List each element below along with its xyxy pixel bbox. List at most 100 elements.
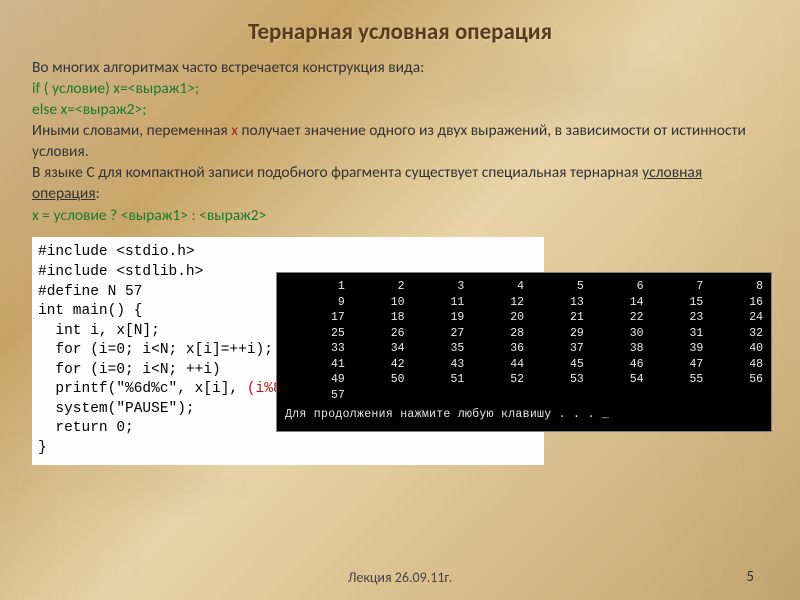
console-cell bbox=[524, 388, 584, 404]
console-cell: 31 bbox=[644, 326, 704, 342]
console-cell: 42 bbox=[345, 357, 405, 373]
console-cell: 1 bbox=[285, 279, 345, 295]
intro-line3b: : bbox=[96, 184, 100, 203]
console-output: 1234567891011121314151617181920212223242… bbox=[276, 272, 772, 432]
console-cell: 49 bbox=[285, 372, 345, 388]
console-cell: 40 bbox=[703, 341, 763, 357]
console-cell: 2 bbox=[345, 279, 405, 295]
console-cell: 37 bbox=[524, 341, 584, 357]
intro-line3: В языке С для компактной записи подобног… bbox=[32, 163, 768, 205]
console-row: 3334353637383940 bbox=[285, 341, 763, 357]
console-cell: 21 bbox=[524, 310, 584, 326]
console-cell: 51 bbox=[405, 372, 465, 388]
console-cell: 46 bbox=[584, 357, 644, 373]
console-cell: 23 bbox=[644, 310, 704, 326]
console-cell: 57 bbox=[285, 388, 345, 404]
console-cell: 38 bbox=[584, 341, 644, 357]
console-cell: 56 bbox=[703, 372, 763, 388]
console-row: 4142434445464748 bbox=[285, 357, 763, 373]
console-cell: 6 bbox=[584, 279, 644, 295]
intro-line1: Во многих алгоритмах часто встречается к… bbox=[32, 58, 768, 79]
console-cell: 29 bbox=[524, 326, 584, 342]
console-cell: 53 bbox=[524, 372, 584, 388]
console-cell: 24 bbox=[703, 310, 763, 326]
console-cell: 9 bbox=[285, 295, 345, 311]
console-cell: 25 bbox=[285, 326, 345, 342]
slide-title: Тернарная условная операция bbox=[32, 18, 768, 46]
console-cell bbox=[345, 388, 405, 404]
intro-if: if ( условие) x=<выраж1>; bbox=[32, 79, 768, 100]
console-cell: 32 bbox=[703, 326, 763, 342]
console-cell: 11 bbox=[405, 295, 465, 311]
footer-lecture: Лекция 26.09.11г. bbox=[0, 569, 800, 586]
code-l4: int main() { bbox=[38, 303, 142, 319]
console-cell: 28 bbox=[464, 326, 524, 342]
console-cell: 27 bbox=[405, 326, 465, 342]
code-l11: } bbox=[38, 440, 47, 456]
console-cell: 50 bbox=[345, 372, 405, 388]
console-cell: 26 bbox=[345, 326, 405, 342]
console-row: 910111213141516 bbox=[285, 295, 763, 311]
console-cell bbox=[584, 388, 644, 404]
console-cell: 4 bbox=[464, 279, 524, 295]
console-cell: 17 bbox=[285, 310, 345, 326]
intro-else: else x=<выраж2>; bbox=[32, 100, 768, 121]
console-row: 57 bbox=[285, 388, 763, 404]
console-cell: 12 bbox=[464, 295, 524, 311]
code-l8a: printf("%6d%c", x[i], bbox=[38, 381, 247, 397]
intro-line2a: Иными словами, переменная bbox=[32, 121, 231, 140]
console-cell: 30 bbox=[584, 326, 644, 342]
console-cell: 36 bbox=[464, 341, 524, 357]
code-l5: int i, x[N]; bbox=[38, 323, 160, 339]
console-prompt: Для продолжения нажмите любую клавишу . … bbox=[285, 407, 763, 423]
console-cell: 8 bbox=[703, 279, 763, 295]
console-cell: 47 bbox=[644, 357, 704, 373]
console-cell: 33 bbox=[285, 341, 345, 357]
console-cell: 41 bbox=[285, 357, 345, 373]
code-l1: #include <stdio.h> bbox=[38, 244, 195, 260]
page-number: 5 bbox=[746, 568, 754, 586]
code-l2: #include <stdlib.h> bbox=[38, 264, 203, 280]
intro-line3a: В языке С для компактной записи подобног… bbox=[32, 163, 642, 182]
intro-line2: Иными словами, переменная x получает зна… bbox=[32, 121, 768, 163]
console-cell: 13 bbox=[524, 295, 584, 311]
console-cell: 48 bbox=[703, 357, 763, 373]
console-cell: 39 bbox=[644, 341, 704, 357]
console-cell bbox=[703, 388, 763, 404]
console-cell: 44 bbox=[464, 357, 524, 373]
console-cell bbox=[644, 388, 704, 404]
console-cell: 54 bbox=[584, 372, 644, 388]
intro-var-x: x bbox=[231, 121, 238, 140]
console-cell: 14 bbox=[584, 295, 644, 311]
intro-formula: x = условие ? <выраж1> : <выраж2> bbox=[32, 206, 768, 227]
console-cell: 34 bbox=[345, 341, 405, 357]
console-row: 1718192021222324 bbox=[285, 310, 763, 326]
console-cell bbox=[464, 388, 524, 404]
console-cell: 35 bbox=[405, 341, 465, 357]
console-cell: 22 bbox=[584, 310, 644, 326]
console-cell: 52 bbox=[464, 372, 524, 388]
console-cell: 45 bbox=[524, 357, 584, 373]
console-row: 12345678 bbox=[285, 279, 763, 295]
code-l10: return 0; bbox=[38, 420, 134, 436]
console-cell: 18 bbox=[345, 310, 405, 326]
console-cell: 5 bbox=[524, 279, 584, 295]
console-cell: 10 bbox=[345, 295, 405, 311]
console-cell: 20 bbox=[464, 310, 524, 326]
console-cell: 15 bbox=[644, 295, 704, 311]
console-cell: 19 bbox=[405, 310, 465, 326]
code-l7: for (i=0; i<N; ++i) bbox=[38, 362, 221, 378]
console-cell: 3 bbox=[405, 279, 465, 295]
console-rows: 1234567891011121314151617181920212223242… bbox=[285, 279, 763, 403]
intro-block: Во многих алгоритмах часто встречается к… bbox=[32, 58, 768, 227]
console-row: 4950515253545556 bbox=[285, 372, 763, 388]
console-row: 2526272829303132 bbox=[285, 326, 763, 342]
code-l9: system("PAUSE"); bbox=[38, 401, 195, 417]
console-cell: 43 bbox=[405, 357, 465, 373]
code-l6: for (i=0; i<N; x[i]=++i); bbox=[38, 342, 273, 358]
code-l3: #define N 57 bbox=[38, 284, 142, 300]
console-cell: 55 bbox=[644, 372, 704, 388]
console-cell: 16 bbox=[703, 295, 763, 311]
console-cell: 7 bbox=[644, 279, 704, 295]
console-cell bbox=[405, 388, 465, 404]
